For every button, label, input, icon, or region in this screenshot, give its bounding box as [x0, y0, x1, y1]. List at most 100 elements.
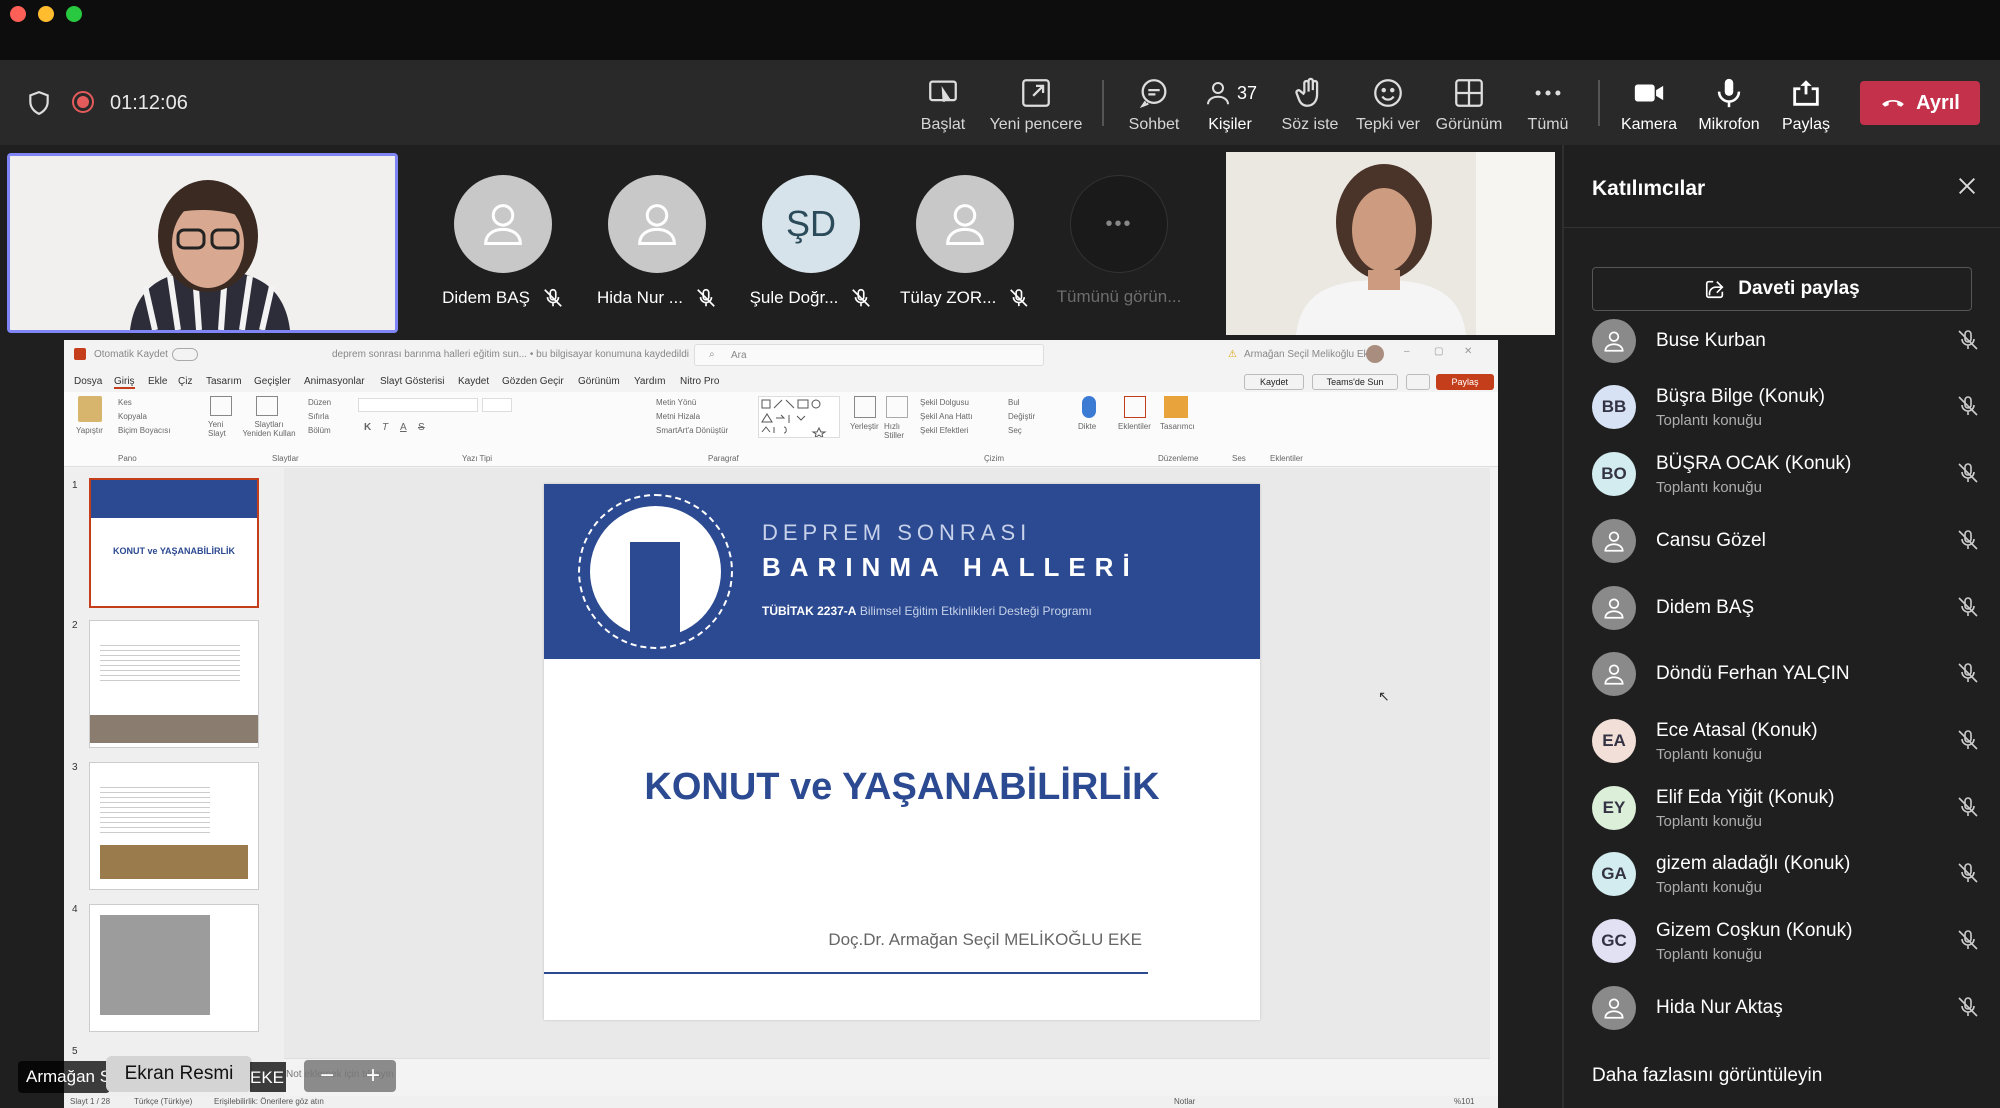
tab-kaydet[interactable]: Kaydet — [458, 376, 489, 387]
participant-row[interactable]: BB Büşra Bilge (Konuk) Toplantı konuğu — [1592, 378, 1982, 436]
shape-outline-button[interactable]: Şekil Ana Hattı — [920, 412, 972, 421]
add-ins-icon[interactable] — [1124, 396, 1146, 418]
new-slide-icon[interactable] — [210, 396, 232, 416]
designer-icon[interactable] — [1164, 396, 1188, 418]
participant-row[interactable]: BO BÜŞRA OCAK (Konuk) Toplantı konuğu — [1592, 445, 1982, 503]
find-button[interactable]: Bul — [1008, 398, 1020, 407]
participant-row[interactable]: Hida Nur Aktaş — [1592, 979, 1982, 1037]
participant-row[interactable]: Buse Kurban — [1592, 312, 1982, 370]
shape-effects-button[interactable]: Şekil Efektleri — [920, 426, 968, 435]
tab-nitro-pro[interactable]: Nitro Pro — [680, 376, 719, 387]
tab-gozden-gecir[interactable]: Gözden Geçir — [502, 376, 564, 387]
quick-styles-icon[interactable] — [886, 396, 908, 418]
replace-button[interactable]: Değiştir — [1008, 412, 1035, 421]
cut-label[interactable]: Kes — [118, 398, 132, 407]
shared-screen[interactable]: Otomatik Kaydet deprem sonrası barınma h… — [64, 340, 1498, 1108]
copy-label[interactable]: Kopyala — [118, 412, 147, 421]
shield-icon[interactable] — [26, 90, 52, 121]
notes-toggle[interactable]: Notlar — [1174, 1097, 1195, 1106]
participant-row[interactable]: GA gizem aladağlı (Konuk) Toplantı konuğu — [1592, 845, 1982, 903]
shape-fill-button[interactable]: Şekil Dolgusu — [920, 398, 969, 407]
smartart-button[interactable]: SmartArt'a Dönüştür — [656, 426, 728, 435]
new-window-button[interactable]: Yeni pencere — [988, 76, 1084, 138]
text-direction-button[interactable]: Metin Yönü — [656, 398, 696, 407]
zoom-window-button[interactable] — [66, 6, 82, 22]
participant-row[interactable]: Döndü Ferhan YALÇIN — [1592, 645, 1982, 703]
close-window-button[interactable] — [10, 6, 26, 22]
format-painter-label[interactable]: Biçim Boyacısı — [118, 426, 170, 435]
zoom-in-icon[interactable]: + — [366, 1062, 380, 1090]
minimize-window-button[interactable] — [38, 6, 54, 22]
participant-row[interactable]: EY Elif Eda Yiğit (Konuk) Toplantı konuğu — [1592, 779, 1982, 837]
slide-thumbnail-2[interactable] — [89, 620, 259, 748]
present-in-teams-button[interactable]: Teams'de Sun — [1312, 374, 1398, 390]
font-size-select[interactable] — [482, 398, 512, 412]
avatar[interactable] — [1366, 345, 1384, 363]
participant-row[interactable]: Didem BAŞ — [1592, 579, 1982, 637]
leave-button[interactable]: Ayrıl — [1860, 81, 1980, 125]
participant-row[interactable]: Cansu Gözel — [1592, 512, 1982, 570]
raise-hand-button[interactable]: Söz iste — [1280, 76, 1340, 138]
share-invite-button[interactable]: Daveti paylaş — [1592, 267, 1972, 311]
participant-row[interactable]: EA Ece Atasal (Konuk) Toplantı konuğu — [1592, 712, 1982, 770]
align-text-button[interactable]: Metni Hizala — [656, 412, 700, 421]
tab-ekle[interactable]: Ekle — [148, 376, 167, 387]
search-box[interactable]: ⌕ Ara — [694, 344, 1044, 366]
show-more-link[interactable]: Daha fazlasını görüntüleyin — [1592, 1065, 1822, 1087]
font-name-select[interactable] — [358, 398, 478, 412]
reset-button[interactable]: Sıfırla — [308, 412, 329, 421]
tab-dosya[interactable]: Dosya — [74, 376, 102, 387]
tab-giris[interactable]: Giriş — [114, 376, 135, 389]
tab-gorunum[interactable]: Görünüm — [578, 376, 620, 387]
bold-icon[interactable]: K — [364, 422, 371, 433]
camera-button[interactable]: Kamera — [1618, 76, 1680, 138]
maximize-icon[interactable]: ▢ — [1434, 346, 1443, 357]
close-panel-button[interactable] — [1956, 175, 1978, 197]
zoom-out-icon[interactable]: − — [320, 1062, 334, 1090]
tab-tasarim[interactable]: Tasarım — [206, 376, 242, 387]
slide-thumbnail-1[interactable]: KONUT ve YAŞANABİLİRLİK — [89, 478, 259, 608]
minimize-icon[interactable]: – — [1404, 346, 1410, 357]
participant-row[interactable]: GC Gizem Coşkun (Konuk) Toplantı konuğu — [1592, 912, 1982, 970]
tab-animasyonlar[interactable]: Animasyonlar — [304, 376, 365, 387]
record-button[interactable]: Kaydet — [1244, 374, 1304, 390]
slide-thumbnail-3[interactable] — [89, 762, 259, 890]
participant-tile[interactable]: Hida Nur ... — [592, 175, 722, 325]
notes-pane[interactable]: Not eklemek için tıklayın — [284, 1058, 1490, 1098]
chat-button[interactable]: Sohbet — [1124, 76, 1184, 138]
italic-icon[interactable]: T — [382, 422, 388, 433]
participant-tile[interactable]: Tülay ZOR... — [900, 175, 1030, 325]
people-button[interactable]: 37 Kişiler — [1198, 76, 1262, 159]
start-button[interactable]: Başlat — [916, 76, 970, 138]
arrange-icon[interactable] — [854, 396, 876, 418]
comments-button[interactable] — [1406, 374, 1430, 390]
tab-slayt-gosterisi[interactable]: Slayt Gösterisi — [380, 376, 444, 387]
slide[interactable]: DEPREM SONRASI BARINMA HALLERİ TÜBİTAK 2… — [544, 484, 1260, 1020]
participant-tile[interactable]: ŞD Şule Doğr... — [746, 175, 876, 325]
tab-ciz[interactable]: Çiz — [178, 376, 192, 387]
dictate-icon[interactable] — [1082, 396, 1096, 418]
microphone-button[interactable]: Mikrofon — [1694, 76, 1764, 138]
layout-button[interactable]: Düzen — [308, 398, 331, 407]
presenter-video-tile[interactable] — [7, 153, 398, 333]
autosave-toggle[interactable] — [172, 348, 198, 361]
tab-gecisler[interactable]: Geçişler — [254, 376, 291, 387]
section-button[interactable]: Bölüm — [308, 426, 331, 435]
participant-tile[interactable]: Didem BAŞ — [438, 175, 568, 325]
share-button[interactable]: Paylaş — [1778, 76, 1834, 138]
more-button[interactable]: Tümü — [1520, 76, 1576, 138]
react-button[interactable]: Tepki ver — [1352, 76, 1424, 138]
strikethrough-icon[interactable]: S — [418, 422, 425, 433]
ppt-share-button[interactable]: Paylaş — [1436, 374, 1494, 390]
see-all-tile[interactable]: ••• Tümünü görün... — [1054, 175, 1184, 325]
view-button[interactable]: Görünüm — [1434, 76, 1504, 138]
paste-icon[interactable] — [78, 396, 102, 422]
accessibility-label[interactable]: Erişilebilirlik: Önerilere göz atın — [214, 1097, 324, 1106]
close-icon[interactable]: ✕ — [1464, 346, 1472, 357]
underline-icon[interactable]: A — [400, 422, 407, 433]
slide-thumbnail-4[interactable] — [89, 904, 259, 1032]
reuse-slides-icon[interactable] — [256, 396, 278, 416]
select-button[interactable]: Seç — [1008, 426, 1022, 435]
tab-yardim[interactable]: Yardım — [634, 376, 666, 387]
shapes-gallery[interactable] — [758, 396, 840, 440]
